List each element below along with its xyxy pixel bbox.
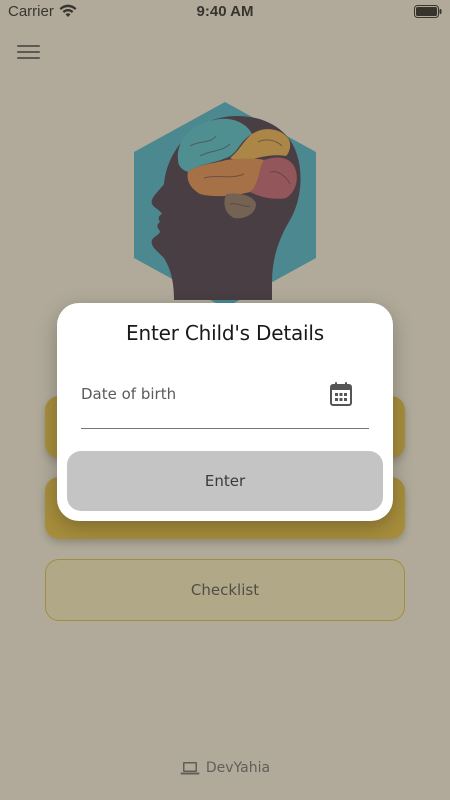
date-of-birth-field[interactable] <box>81 373 369 429</box>
app-screen: Carrier 9:40 AM <box>0 0 450 800</box>
enter-button[interactable]: Enter <box>67 451 383 511</box>
date-of-birth-input[interactable] <box>81 381 321 407</box>
calendar-icon[interactable] <box>329 381 353 407</box>
dialog-title: Enter Child's Details <box>126 321 324 345</box>
child-details-dialog: Enter Child's Details Enter <box>57 303 393 521</box>
